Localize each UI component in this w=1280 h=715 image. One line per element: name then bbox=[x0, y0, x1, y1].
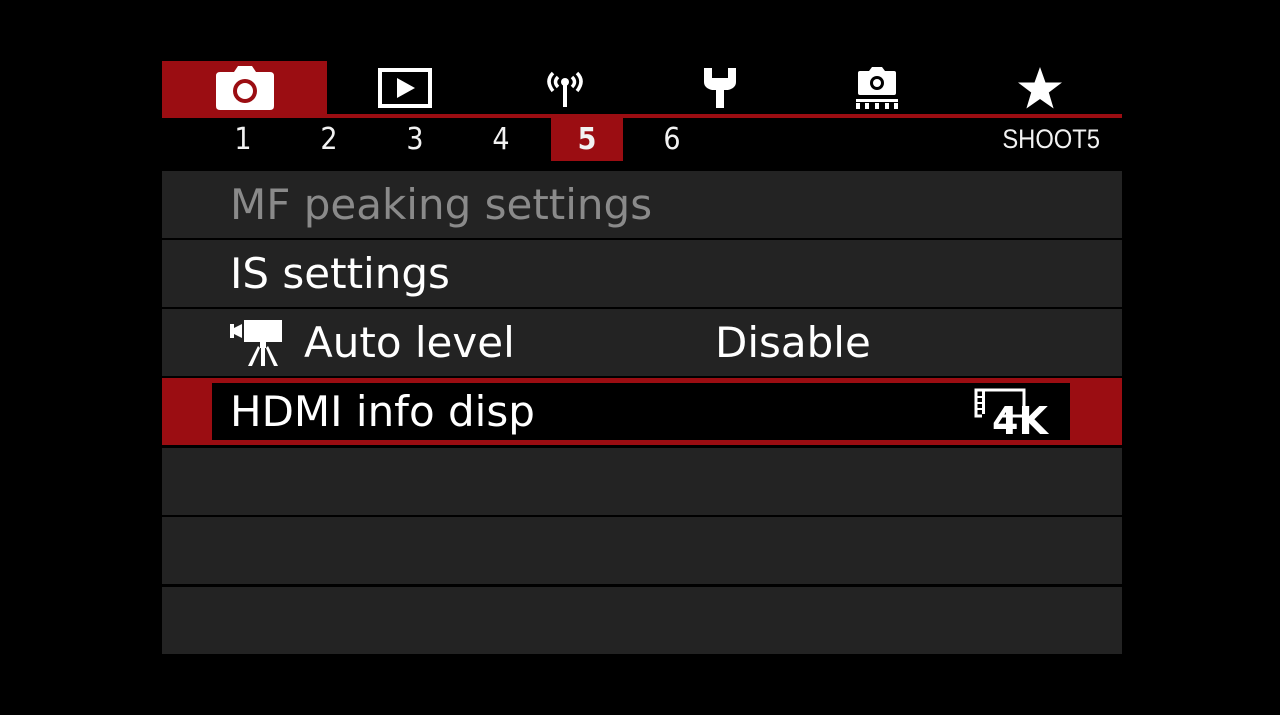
page-tab-3[interactable]: 3 bbox=[379, 118, 451, 161]
menu-item-empty bbox=[162, 448, 1122, 515]
menu-item-mf-peaking-settings[interactable]: MF peaking settings bbox=[162, 171, 1122, 238]
custom-functions-icon bbox=[855, 67, 898, 109]
page-tab-1[interactable]: 1 bbox=[207, 118, 279, 161]
page-tab-5[interactable]: 5 bbox=[551, 118, 623, 161]
menu-item-empty bbox=[162, 517, 1122, 584]
star-icon bbox=[1017, 67, 1062, 109]
menu-item-auto-level[interactable]: Auto level Disable bbox=[162, 309, 1122, 376]
tab-custom-functions[interactable] bbox=[794, 61, 959, 115]
4k-label: 4K bbox=[992, 399, 1049, 437]
camera-icon bbox=[215, 66, 274, 110]
menu-item-hdmi-info-disp[interactable]: HDMI info disp 4K bbox=[162, 378, 1122, 445]
category-tabs bbox=[162, 61, 1122, 115]
movie-camera-icon bbox=[230, 319, 282, 366]
camera-menu-screen: 1 2 3 4 5 6 SHOOT5 MF peaking settings I… bbox=[0, 0, 1280, 715]
tab-setup[interactable] bbox=[637, 61, 802, 115]
page-tab-4[interactable]: 4 bbox=[465, 118, 537, 161]
tab-shooting[interactable] bbox=[162, 61, 327, 115]
page-tab-2[interactable]: 2 bbox=[293, 118, 365, 161]
wrench-icon bbox=[703, 68, 736, 108]
wireless-icon bbox=[546, 71, 583, 107]
tab-my-menu[interactable] bbox=[957, 61, 1122, 115]
menu-item-label: HDMI info disp bbox=[230, 387, 535, 436]
menu-item-empty bbox=[162, 587, 1122, 654]
menu-item-label: Auto level bbox=[304, 318, 515, 367]
page-tabs: 1 2 3 4 5 6 SHOOT5 bbox=[162, 118, 1122, 161]
menu-item-label: MF peaking settings bbox=[230, 180, 653, 229]
menu-item-label: IS settings bbox=[230, 249, 450, 298]
4k-movie-icon: 4K bbox=[974, 388, 1049, 437]
tab-wireless[interactable] bbox=[482, 61, 647, 115]
menu-item-label-wrap: Auto level bbox=[230, 309, 515, 376]
tab-playback[interactable] bbox=[322, 61, 487, 115]
page-label: SHOOT5 bbox=[1002, 124, 1100, 154]
menu-item-value: Disable bbox=[715, 318, 871, 367]
menu-item-is-settings[interactable]: IS settings bbox=[162, 240, 1122, 307]
page-tab-6[interactable]: 6 bbox=[636, 118, 708, 161]
playback-icon bbox=[377, 68, 432, 108]
